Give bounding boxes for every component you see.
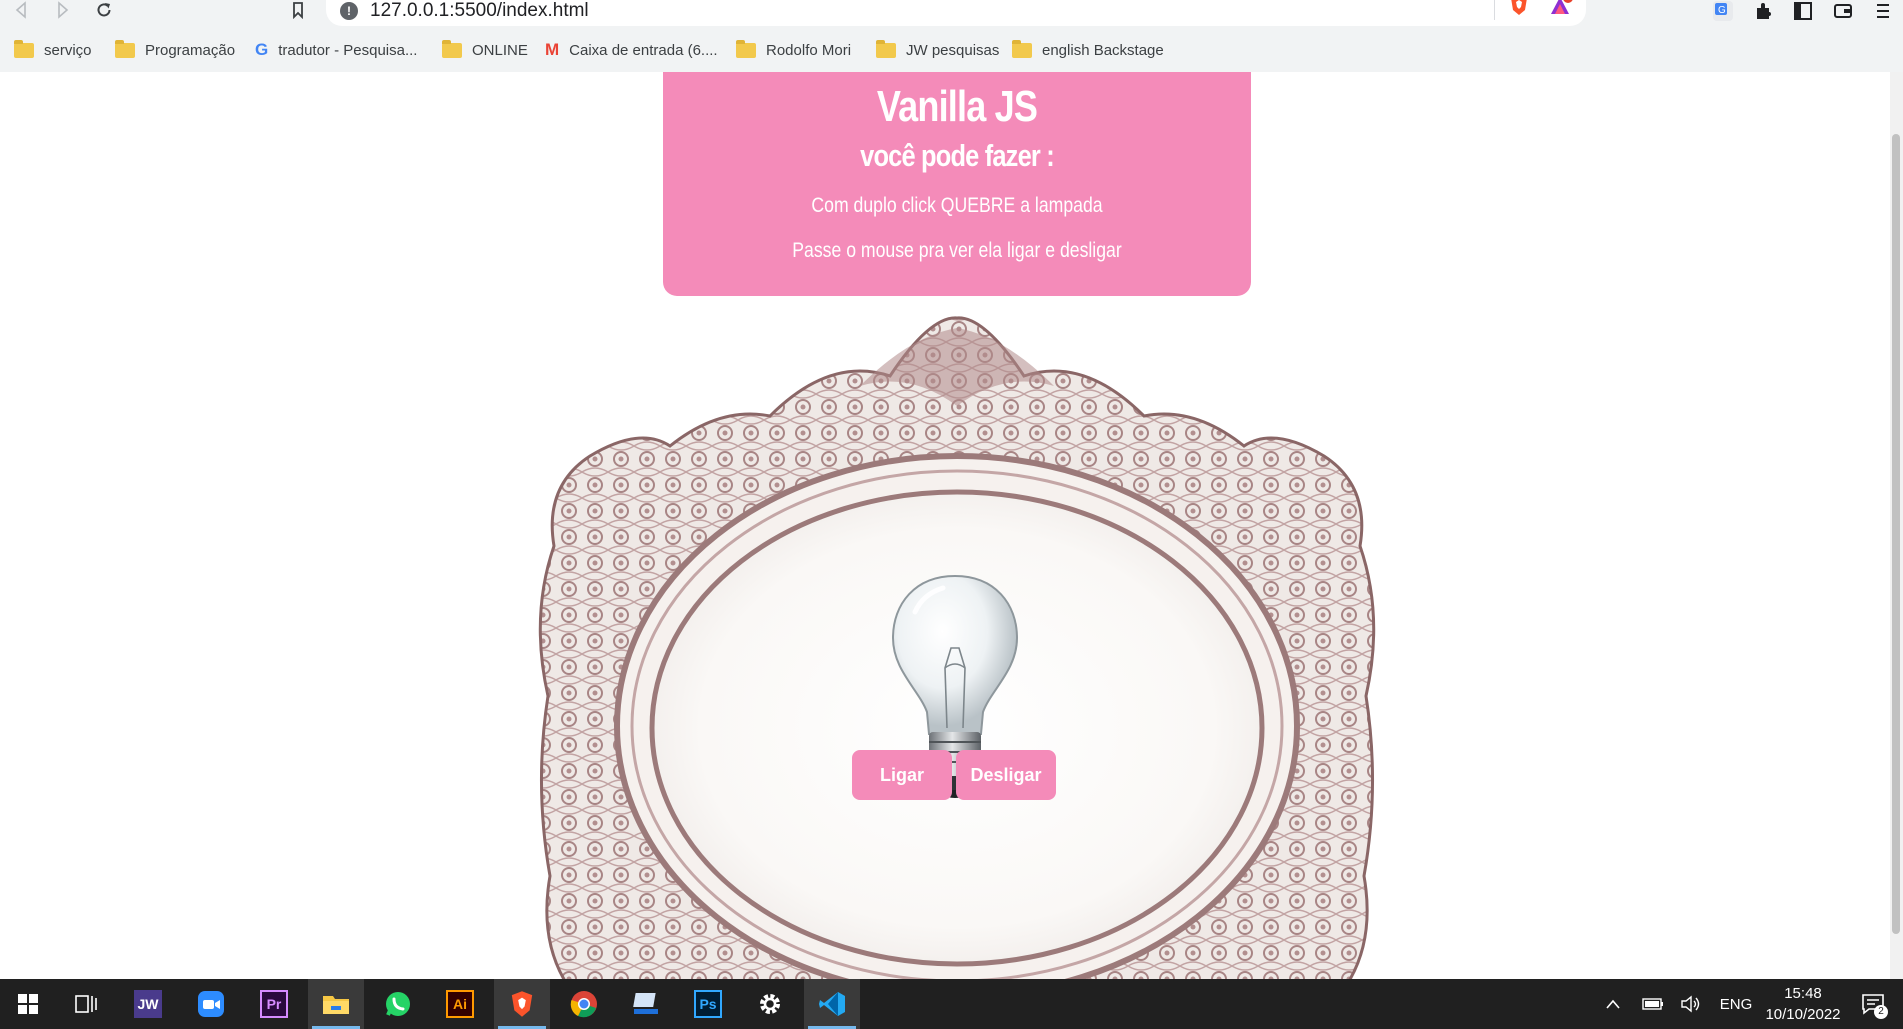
photoshop-icon[interactable]: Ps	[680, 979, 736, 1029]
browser-chrome: ! 127.0.0.1:5500/index.html 4 G s	[0, 0, 1903, 72]
menu-icon[interactable]	[1870, 0, 1896, 22]
premiere-icon[interactable]: Pr	[246, 979, 302, 1029]
bookmark-label: serviço	[44, 41, 92, 59]
bookmark-english-backstage[interactable]: english Backstage	[1012, 36, 1164, 64]
bookmarks-bar: serviço Programação Gtradutor - Pesquisa…	[0, 36, 1903, 66]
clock-date: 10/10/2022	[1765, 1006, 1841, 1023]
notification-count: 2	[1874, 1005, 1888, 1019]
jw-library-icon[interactable]: JW	[120, 979, 176, 1029]
bookmark-label: Caixa de entrada (6....	[569, 41, 718, 59]
bookmark-button[interactable]	[286, 0, 310, 20]
ps-label: Ps	[694, 990, 722, 1018]
google-translate-icon[interactable]: G	[1710, 0, 1736, 22]
settings-icon[interactable]	[742, 979, 798, 1029]
clock-time: 15:48	[1784, 985, 1822, 1002]
page-title: Vanilla JS	[876, 82, 1038, 131]
bookmark-label: JW pesquisas	[906, 41, 1000, 59]
bookmark-servico[interactable]: serviço	[14, 36, 92, 64]
turn-off-button[interactable]: Desligar	[956, 750, 1056, 800]
pr-label: Pr	[260, 990, 288, 1018]
brave-rewards-icon[interactable]: 4	[1548, 0, 1574, 16]
folder-icon	[14, 39, 34, 58]
chrome-icon[interactable]	[556, 979, 612, 1029]
language-indicator[interactable]: ENG	[1716, 979, 1756, 1029]
folder-icon	[736, 39, 756, 58]
clock[interactable]: 15:48 10/10/2022	[1758, 983, 1848, 1025]
reload-button[interactable]	[92, 0, 116, 20]
back-button[interactable]	[10, 0, 34, 20]
folder-icon	[876, 39, 896, 58]
show-hidden-icons-icon[interactable]	[1600, 979, 1626, 1029]
bookmark-rodolfo-mori[interactable]: Rodolfo Mori	[736, 36, 851, 64]
battery-icon[interactable]	[1640, 979, 1666, 1029]
zoom-icon[interactable]	[183, 979, 239, 1029]
ai-label: Ai	[446, 990, 474, 1018]
illustrator-icon[interactable]: Ai	[432, 979, 488, 1029]
reload-icon	[97, 3, 111, 17]
bookmark-label: ONLINE	[472, 41, 528, 59]
folder-icon	[1012, 39, 1032, 58]
bookmark-jw-pesquisas[interactable]: JW pesquisas	[876, 36, 999, 64]
bookmark-online[interactable]: ONLINE	[442, 36, 528, 64]
sidebar-icon[interactable]	[1790, 0, 1816, 22]
notification-center-icon[interactable]: 2	[1856, 979, 1890, 1029]
bookmark-label: tradutor - Pesquisa...	[278, 41, 418, 59]
folder-icon	[442, 39, 462, 58]
wallet-icon[interactable]	[1830, 0, 1856, 22]
bookmark-label: english Backstage	[1042, 41, 1164, 59]
start-icon[interactable]	[0, 979, 56, 1029]
browser-toolbar: ! 127.0.0.1:5500/index.html 4 G	[0, 0, 1903, 26]
vscode-icon[interactable]	[804, 979, 860, 1029]
bookmark-label: Rodolfo Mori	[766, 41, 852, 59]
network-app-icon[interactable]	[618, 979, 674, 1029]
brave-shield-icon[interactable]	[1506, 0, 1532, 16]
svg-text:G: G	[1718, 5, 1726, 16]
instruction-hover: Passe o mouse pra ver ela ligar e deslig…	[792, 239, 1122, 262]
arrow-right-icon	[58, 1, 69, 19]
jw-label: JW	[134, 990, 162, 1018]
bookmark-tradutor[interactable]: Gtradutor - Pesquisa...	[255, 36, 417, 64]
site-info-icon[interactable]: !	[340, 2, 358, 20]
brave-icon[interactable]	[494, 979, 550, 1029]
bookmark-icon	[293, 2, 303, 19]
task-view-icon[interactable]	[58, 979, 114, 1029]
instruction-double-click: Com duplo click QUEBRE a lampada	[811, 194, 1103, 217]
google-icon: G	[255, 40, 269, 59]
page-subtitle: você pode fazer :	[860, 138, 1055, 173]
windows-taskbar: JW Pr Ai Ps ENG 15:48 10/10/2022 2	[0, 979, 1903, 1029]
arrow-left-icon	[15, 1, 26, 19]
page-viewport: Vanilla JS você pode fazer : Com duplo c…	[0, 72, 1890, 979]
turn-on-button[interactable]: Ligar	[852, 750, 952, 800]
bookmark-programacao[interactable]: Programação	[115, 36, 235, 64]
volume-icon[interactable]	[1678, 979, 1704, 1029]
whatsapp-icon[interactable]	[370, 979, 426, 1029]
address-bar[interactable]: ! 127.0.0.1:5500/index.html 4	[326, 0, 1586, 26]
extensions-icon[interactable]	[1750, 0, 1776, 22]
page-scrollbar[interactable]	[1890, 72, 1903, 979]
bookmark-label: Programação	[145, 41, 236, 59]
address-bar-divider	[1494, 0, 1495, 20]
info-card: Vanilla JS você pode fazer : Com duplo c…	[663, 72, 1251, 296]
forward-button[interactable]	[50, 0, 74, 20]
scrollbar-thumb[interactable]	[1892, 134, 1900, 934]
url-text[interactable]: 127.0.0.1:5500/index.html	[370, 0, 589, 22]
folder-icon	[115, 39, 135, 58]
bookmark-gmail[interactable]: M Caixa de entrada (6....	[545, 36, 718, 64]
gmail-icon: M	[545, 40, 560, 59]
file-explorer-icon[interactable]	[308, 979, 364, 1029]
